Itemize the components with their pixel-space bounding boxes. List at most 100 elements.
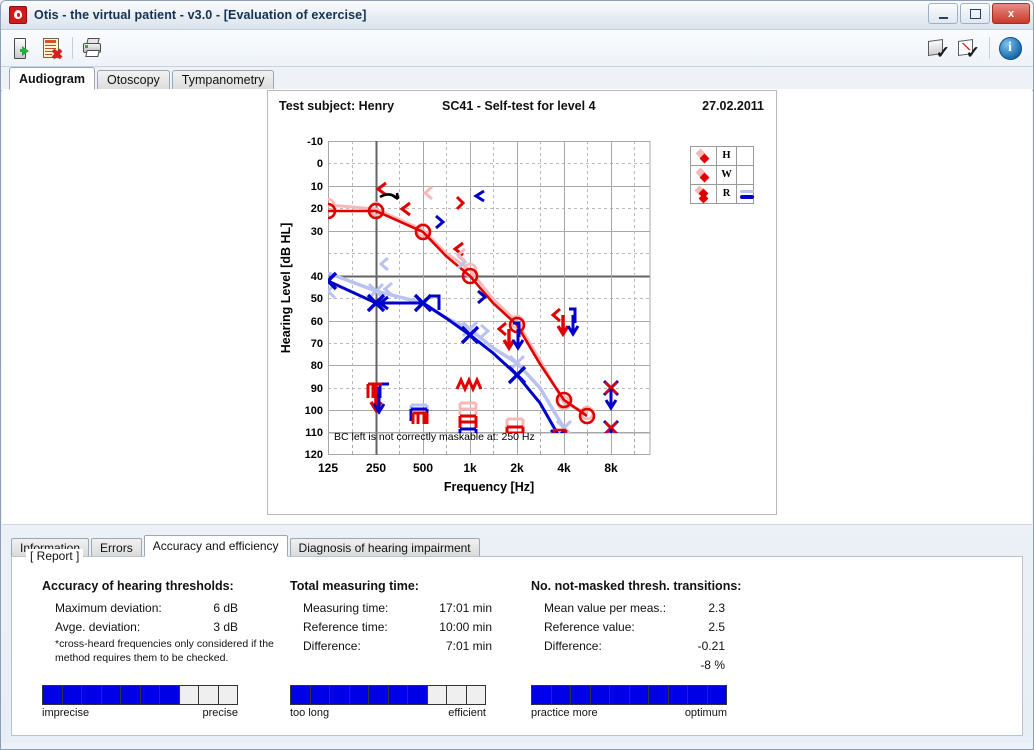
report-column-time: Total measuring time: Measuring time: 17… bbox=[290, 579, 520, 656]
accuracy-row-avg-deviation: Avge. deviation: 3 dB bbox=[42, 618, 282, 637]
toolbar-separator-2 bbox=[989, 37, 990, 59]
main-window: Otis - the virtual patient - v3.0 - [Eva… bbox=[0, 0, 1034, 750]
bar-segment bbox=[369, 686, 389, 704]
info-button[interactable]: i bbox=[995, 33, 1025, 63]
svg-text:50: 50 bbox=[311, 293, 323, 305]
tab-otoscopy[interactable]: Otoscopy bbox=[97, 70, 170, 90]
y-axis-title: Hearing Level [dB HL] bbox=[279, 223, 293, 354]
tab-accuracy-and-efficiency[interactable]: Accuracy and efficiency bbox=[144, 535, 288, 557]
tab-errors[interactable]: Errors bbox=[91, 538, 142, 557]
date-label: 27.02.2011 bbox=[702, 99, 764, 113]
bar-segment bbox=[82, 686, 102, 704]
audiogram-chart-card: Test subject: Henry SC41 - Self-test for… bbox=[267, 90, 777, 515]
svg-text:-10: -10 bbox=[307, 136, 323, 148]
maximize-button[interactable] bbox=[960, 3, 990, 24]
svg-text:120: 120 bbox=[305, 449, 323, 461]
bar-segment bbox=[63, 686, 83, 704]
svg-text:100: 100 bbox=[305, 405, 323, 417]
svg-text:60: 60 bbox=[311, 316, 323, 328]
report-group-label: [ Report ] bbox=[26, 549, 83, 563]
toolbar: ✖ ✓ ✓ i bbox=[1, 30, 1033, 67]
accuracy-bar-wrap: imprecise precise bbox=[42, 685, 238, 721]
svg-text:110: 110 bbox=[305, 427, 323, 439]
bar-segment bbox=[669, 686, 689, 704]
bar-segment bbox=[43, 686, 63, 704]
x-axis-title: Frequency [Hz] bbox=[444, 480, 534, 494]
bar-segment bbox=[571, 686, 591, 704]
test-subject-label: Test subject: Henry bbox=[279, 99, 394, 113]
bar-segment bbox=[330, 686, 350, 704]
discard-exercise-button[interactable]: ✖ bbox=[37, 33, 67, 63]
tab-audiogram[interactable]: Audiogram bbox=[9, 67, 95, 90]
chart-annotation: BC left is not correctly maskable at: 25… bbox=[334, 431, 535, 443]
accuracy-heading: Accuracy of hearing thresholds: bbox=[42, 579, 282, 593]
tab-tympanometry[interactable]: Tympanometry bbox=[172, 70, 275, 90]
info-icon: i bbox=[999, 37, 1022, 60]
minimize-button[interactable] bbox=[928, 3, 958, 24]
svg-text:20: 20 bbox=[311, 203, 323, 215]
transitions-bar-labels: practice more optimum bbox=[531, 707, 727, 721]
report-tabstrip: Information Errors Accuracy and efficien… bbox=[11, 535, 1023, 557]
no-response-4k bbox=[546, 430, 566, 462]
transitions-row-percent: -8 % bbox=[531, 656, 781, 675]
bar-segment bbox=[389, 686, 409, 704]
right-label: optimum bbox=[685, 707, 727, 719]
audiogram-panel: Test subject: Henry SC41 - Self-test for… bbox=[2, 89, 1032, 525]
time-row-reference: Reference time: 10:00 min bbox=[290, 618, 520, 637]
check-graph-button[interactable]: ✓ bbox=[954, 33, 984, 63]
transitions-row-reference: Reference value: 2.5 bbox=[531, 618, 781, 637]
accuracy-row-max-deviation: Maximum deviation: 6 dB bbox=[42, 599, 282, 618]
label: Mean value per meas.: bbox=[544, 601, 666, 615]
svg-text:2k: 2k bbox=[510, 461, 524, 475]
value: 3 dB bbox=[182, 618, 238, 637]
printer-icon bbox=[82, 38, 104, 58]
transitions-row-mean: Mean value per meas.: 2.3 bbox=[531, 599, 781, 618]
svg-text:0: 0 bbox=[317, 158, 323, 170]
minimize-icon bbox=[939, 14, 948, 19]
time-bar-labels: too long efficient bbox=[290, 707, 486, 721]
bar-segment bbox=[121, 686, 141, 704]
time-bar bbox=[290, 685, 486, 705]
value: 10:00 min bbox=[418, 618, 492, 637]
window-controls: x bbox=[928, 3, 1030, 24]
svg-text:1k: 1k bbox=[463, 461, 477, 475]
bar-segment bbox=[532, 686, 552, 704]
check-button[interactable]: ✓ bbox=[924, 33, 954, 63]
bar-segment bbox=[350, 686, 370, 704]
check-sheet-icon: ✓ bbox=[928, 38, 950, 59]
value: 17:01 min bbox=[418, 599, 492, 618]
status-bar bbox=[2, 743, 1032, 749]
accuracy-note: *cross-heard frequencies only considered… bbox=[42, 637, 282, 665]
time-row-difference: Difference: 7:01 min bbox=[290, 637, 520, 656]
main-tabstrip: Audiogram Otoscopy Tympanometry bbox=[1, 67, 1033, 91]
title-bar: Otis - the virtual patient - v3.0 - [Eva… bbox=[1, 1, 1033, 30]
bar-segment bbox=[447, 686, 467, 704]
transitions-row-difference: Difference: -0.21 bbox=[531, 637, 781, 656]
bar-segment bbox=[160, 686, 180, 704]
print-button[interactable] bbox=[78, 33, 108, 63]
bar-segment bbox=[610, 686, 630, 704]
bar-segment bbox=[141, 686, 161, 704]
tab-diagnosis-of-hearing-impairment[interactable]: Diagnosis of hearing impairment bbox=[290, 538, 480, 557]
maximize-icon bbox=[970, 9, 981, 19]
label: Maximum deviation: bbox=[55, 601, 162, 615]
exit-button[interactable] bbox=[7, 33, 37, 63]
x-axis-labels: 125 250 500 1k 2k 4k 8k bbox=[318, 461, 618, 475]
label: Reference value: bbox=[544, 620, 635, 634]
label: Difference: bbox=[303, 639, 361, 653]
close-button[interactable]: x bbox=[992, 3, 1030, 24]
exercise-label: SC41 - Self-test for level 4 bbox=[442, 99, 596, 113]
value: -0.21 bbox=[651, 637, 725, 656]
bar-segment bbox=[688, 686, 708, 704]
bar-segment bbox=[291, 686, 311, 704]
value: 6 dB bbox=[182, 599, 238, 618]
transitions-bar bbox=[531, 685, 727, 705]
accuracy-bar bbox=[42, 685, 238, 705]
y-axis-labels: -10 0 10 20 30 40 50 60 70 80 90 100 110… bbox=[305, 136, 323, 461]
bc-markers-500hz bbox=[411, 405, 427, 424]
time-bar-wrap: too long efficient bbox=[290, 685, 486, 721]
svg-text:8k: 8k bbox=[604, 461, 618, 475]
svg-text:80: 80 bbox=[311, 360, 323, 372]
toolbar-right-group: ✓ ✓ i bbox=[924, 30, 1025, 66]
label: Difference: bbox=[544, 639, 602, 653]
